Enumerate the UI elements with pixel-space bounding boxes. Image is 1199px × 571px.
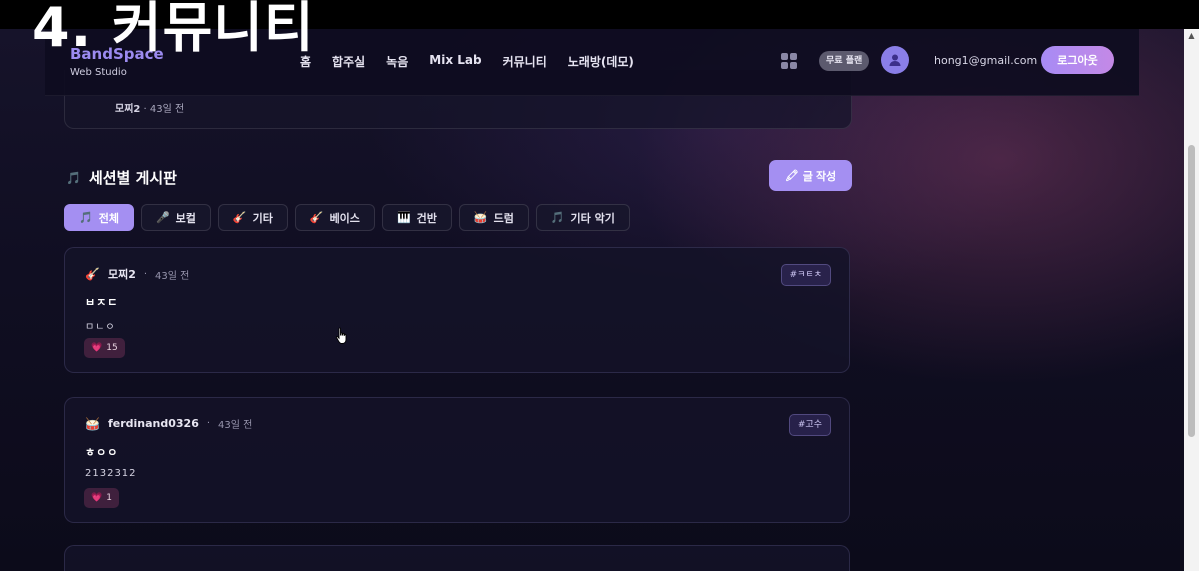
user-icon [889, 54, 901, 66]
post-separator: · [206, 418, 211, 429]
filter-label: 드럼 [493, 211, 514, 225]
like-button[interactable]: 💗 15 [84, 338, 125, 358]
post-title: ㅎㅇㅇ [85, 446, 119, 459]
session-filter-tabs: 🎵 전체 🎤 보컬 🎸 기타 🎸 베이스 🎹 건반 🥁 드럼 🎵 기타 악기 [64, 204, 630, 231]
post-card[interactable]: 🥁 ferdinand0326 · 43일 전 #고수 ㅎㅇㅇ 2132312 … [64, 397, 850, 523]
filter-label: 베이스 [329, 211, 360, 225]
guitar-icon: 🎸 [85, 267, 100, 281]
post-title: ㅂㅈㄷ [85, 296, 119, 309]
nav-recording[interactable]: 녹음 [386, 53, 408, 70]
page: BandSpace Web Studio 홈 합주실 녹음 Mix Lab 커뮤… [0, 29, 1184, 571]
previous-post-time: · 43일 전 [143, 104, 185, 115]
filter-label: 건반 [416, 211, 437, 225]
post-body: 2132312 [85, 468, 137, 479]
hand-cursor-icon [335, 327, 347, 344]
piano-icon: 🎹 [396, 211, 411, 224]
filter-label: 보컬 [175, 211, 196, 225]
guitar-icon: 🎸 [309, 211, 324, 224]
previous-post-author: 모찌2 [115, 104, 141, 115]
write-post-button[interactable]: 🖍 글 작성 [769, 160, 852, 191]
post-tag[interactable]: #고수 [788, 414, 831, 436]
filter-keys[interactable]: 🎹 건반 [381, 204, 452, 231]
avatar[interactable] [881, 46, 909, 74]
nav-karaoke[interactable]: 노래방(데모) [568, 53, 634, 70]
post-author[interactable]: ferdinand0326 [108, 417, 199, 430]
heart-icon: 💗 [91, 343, 103, 353]
previous-post-meta: 모찌2 · 43일 전 [115, 100, 184, 115]
post-card-partial[interactable] [64, 545, 850, 571]
pencil-icon: 🖍 [784, 170, 799, 182]
music-note-icon: 🎵 [550, 211, 565, 224]
post-time: 43일 전 [218, 420, 253, 431]
drum-icon: 🥁 [473, 211, 488, 224]
filter-other-instruments[interactable]: 🎵 기타 악기 [535, 204, 630, 231]
scroll-up-icon[interactable]: ▲ [1184, 29, 1199, 43]
brand-subtitle: Web Studio [70, 67, 127, 78]
like-count: 1 [106, 493, 112, 503]
write-post-label: 글 작성 [802, 170, 837, 183]
post-header: 🥁 ferdinand0326 · 43일 전 [85, 416, 253, 432]
plan-badge: 무료 플랜 [819, 51, 870, 71]
logout-button[interactable]: 로그아웃 [1041, 46, 1114, 74]
post-time: 43일 전 [155, 270, 190, 282]
post-author[interactable]: 모찌2 [108, 266, 136, 282]
filter-guitar[interactable]: 🎸 기타 [217, 204, 288, 231]
user-email: hong1@gmail.com [934, 54, 1038, 67]
board-title: 🎵 세션별 게시판 [66, 167, 177, 188]
like-count: 15 [106, 343, 118, 353]
nav-community[interactable]: 커뮤니티 [503, 53, 547, 70]
nav-rehearsal[interactable]: 합주실 [332, 53, 365, 70]
scroll-thumb[interactable] [1188, 145, 1195, 437]
microphone-icon: 🎤 [155, 211, 170, 224]
music-note-icon: 🎵 [79, 211, 93, 224]
post-separator: · [143, 268, 148, 280]
guitar-icon: 🎸 [232, 211, 247, 224]
main-nav: 홈 합주실 녹음 Mix Lab 커뮤니티 노래방(데모) [300, 53, 634, 70]
post-tag[interactable]: #ㅋㅌㅊ [780, 264, 831, 286]
apps-grid-icon[interactable] [781, 53, 797, 69]
drum-icon: 🥁 [85, 416, 100, 431]
filter-bass[interactable]: 🎸 베이스 [294, 204, 375, 231]
nav-mix-lab[interactable]: Mix Lab [429, 53, 481, 70]
heart-icon: 💗 [91, 493, 103, 503]
post-card[interactable]: 🎸 모찌2 · 43일 전 #ㅋㅌㅊ ㅂㅈㄷ ㅁㄴㅇ 💗 15 [64, 247, 850, 373]
filter-label: 기타 [252, 211, 273, 225]
post-header: 🎸 모찌2 · 43일 전 [85, 266, 189, 282]
filter-vocal[interactable]: 🎤 보컬 [140, 204, 211, 231]
filter-all[interactable]: 🎵 전체 [64, 204, 134, 231]
video-caption-title: 4. 커뮤니티 [32, 0, 315, 59]
like-button[interactable]: 💗 1 [84, 488, 119, 508]
vertical-scrollbar[interactable]: ▲ [1184, 29, 1199, 571]
filter-label: 전체 [98, 211, 119, 225]
filter-drums[interactable]: 🥁 드럼 [458, 204, 529, 231]
music-note-icon: 🎵 [66, 170, 81, 185]
board-title-text: 세션별 게시판 [88, 169, 177, 187]
post-body: ㅁㄴㅇ [85, 322, 116, 333]
filter-label: 기타 악기 [570, 211, 615, 225]
